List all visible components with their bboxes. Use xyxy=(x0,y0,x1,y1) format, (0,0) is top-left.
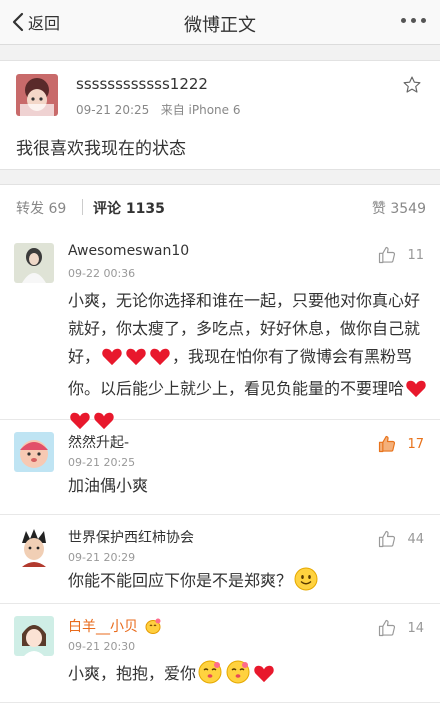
vip-badge-icon xyxy=(144,618,162,638)
avatar[interactable] xyxy=(14,527,54,567)
comment-item: Awesomeswan10 09-22 00:36 11 小爽，无论你选择和谁在… xyxy=(0,229,440,430)
comment-list: Awesomeswan10 09-22 00:36 11 小爽，无论你选择和谁在… xyxy=(0,229,440,703)
post-source: 来自 iPhone 6 xyxy=(160,103,241,117)
thumb-up-icon xyxy=(379,435,396,453)
comment-text: 小爽，抱抱，爱你 xyxy=(68,660,428,693)
comment-username[interactable]: 白羊__小贝 xyxy=(68,616,162,638)
star-icon[interactable] xyxy=(402,75,422,95)
smile-emoji xyxy=(294,567,318,600)
avatar[interactable] xyxy=(14,616,54,656)
post-username[interactable]: ssssssssssss1222 xyxy=(76,75,208,93)
post-time: 09-21 20:25 xyxy=(76,103,150,117)
kiss-emoji xyxy=(226,660,250,693)
avatar[interactable] xyxy=(16,74,58,116)
comment-item: 世界保护西红柿协会 09-21 20:29 44 你能不能回应下你是不是郑爽？ xyxy=(0,515,440,604)
like-count: 14 xyxy=(407,620,424,636)
like-button[interactable]: 17 xyxy=(377,434,424,454)
tab-divider xyxy=(82,199,83,215)
comment-item: 然然升起- 09-21 20:25 17 加油偶小爽 xyxy=(0,420,440,515)
page-title: 微博正文 xyxy=(184,15,256,36)
heart-emoji xyxy=(405,378,427,407)
comment-username[interactable]: 然然升起- xyxy=(68,432,129,452)
comment-username[interactable]: Awesomeswan10 xyxy=(68,243,189,259)
comment-text: 你能不能回应下你是不是郑爽？ xyxy=(68,567,428,600)
heart-emoji xyxy=(253,663,275,692)
nav-bar: 返回 微博正文 xyxy=(0,0,440,45)
heart-emoji xyxy=(101,346,123,375)
post-content: 我很喜欢我现在的状态 xyxy=(16,139,186,159)
like-button[interactable]: 14 xyxy=(377,618,424,638)
comment-time: 09-22 00:36 xyxy=(68,267,136,280)
avatar[interactable] xyxy=(14,243,54,283)
thumb-up-icon xyxy=(379,530,396,548)
more-dots-icon[interactable] xyxy=(401,18,426,23)
like-count: 17 xyxy=(407,436,424,452)
avatar[interactable] xyxy=(14,432,54,472)
thumb-up-icon xyxy=(379,246,396,264)
weibo-post: ssssssssssss1222 09-21 20:25 来自 iPhone 6… xyxy=(0,60,440,170)
thumb-up-icon xyxy=(379,619,396,637)
comment-username[interactable]: 世界保护西红柿协会 xyxy=(68,527,194,547)
comment-item: 白羊__小贝 09-21 20:30 14 小爽，抱抱，爱你 xyxy=(0,604,440,703)
comment-time: 09-21 20:29 xyxy=(68,551,136,564)
comment-text: 加油偶小爽 xyxy=(68,476,149,495)
like-button[interactable]: 11 xyxy=(377,245,424,265)
heart-emoji xyxy=(125,346,147,375)
like-count: 44 xyxy=(407,531,424,547)
like-button[interactable]: 44 xyxy=(377,529,424,549)
kiss-emoji xyxy=(198,660,222,693)
post-tabs: 转发 69 评论 1135 赞 3549 xyxy=(0,184,440,230)
post-meta: 09-21 20:25 来自 iPhone 6 xyxy=(76,101,241,118)
like-count: 11 xyxy=(407,247,424,263)
tab-repost[interactable]: 转发 69 xyxy=(16,198,66,218)
comment-time: 09-21 20:25 xyxy=(68,456,136,469)
comment-text: 小爽，无论你选择和谁在一起，只要他对你真心好就好，你太瘦了，多吃点，好好休息，做… xyxy=(68,287,428,439)
tab-comments[interactable]: 评论 1135 xyxy=(93,198,165,218)
comment-time: 09-21 20:30 xyxy=(68,640,136,653)
tab-likes[interactable]: 赞 3549 xyxy=(372,198,426,218)
heart-emoji xyxy=(149,346,171,375)
